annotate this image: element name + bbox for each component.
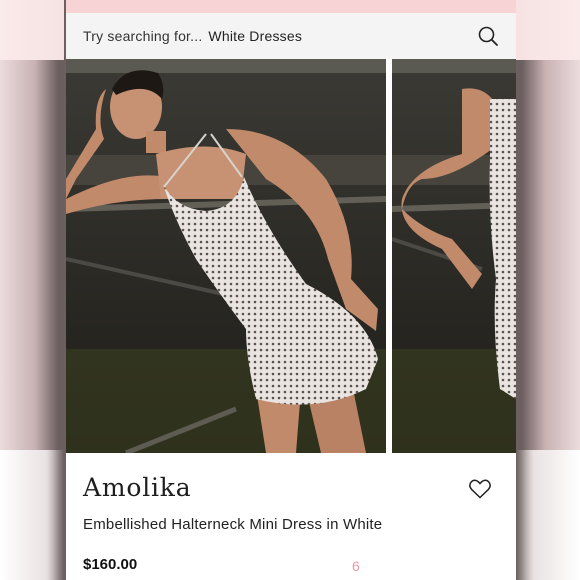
search-icon[interactable] (477, 25, 499, 47)
heart-icon[interactable] (469, 479, 491, 499)
app-screen: Try searching for... White Dresses Amoli… (66, 0, 516, 580)
product-image-front[interactable] (66, 59, 386, 453)
promo-strip (66, 0, 516, 13)
search-suggestion: White Dresses (208, 28, 303, 44)
brand-name[interactable]: Amolika (83, 473, 191, 502)
product-image-gallery[interactable] (66, 59, 516, 453)
product-title[interactable]: Embellished Halterneck Mini Dress in Whi… (83, 516, 382, 533)
search-bar[interactable]: Try searching for... White Dresses (66, 13, 516, 59)
likes-count: 6 (352, 558, 360, 574)
product-price: $160.00 (83, 556, 138, 573)
product-info: Amolika Embellished Halterneck Mini Dres… (66, 453, 516, 580)
search-prompt: Try searching for... (83, 28, 203, 44)
search-input[interactable]: Try searching for... White Dresses (83, 28, 302, 44)
product-image-side[interactable] (392, 59, 516, 453)
